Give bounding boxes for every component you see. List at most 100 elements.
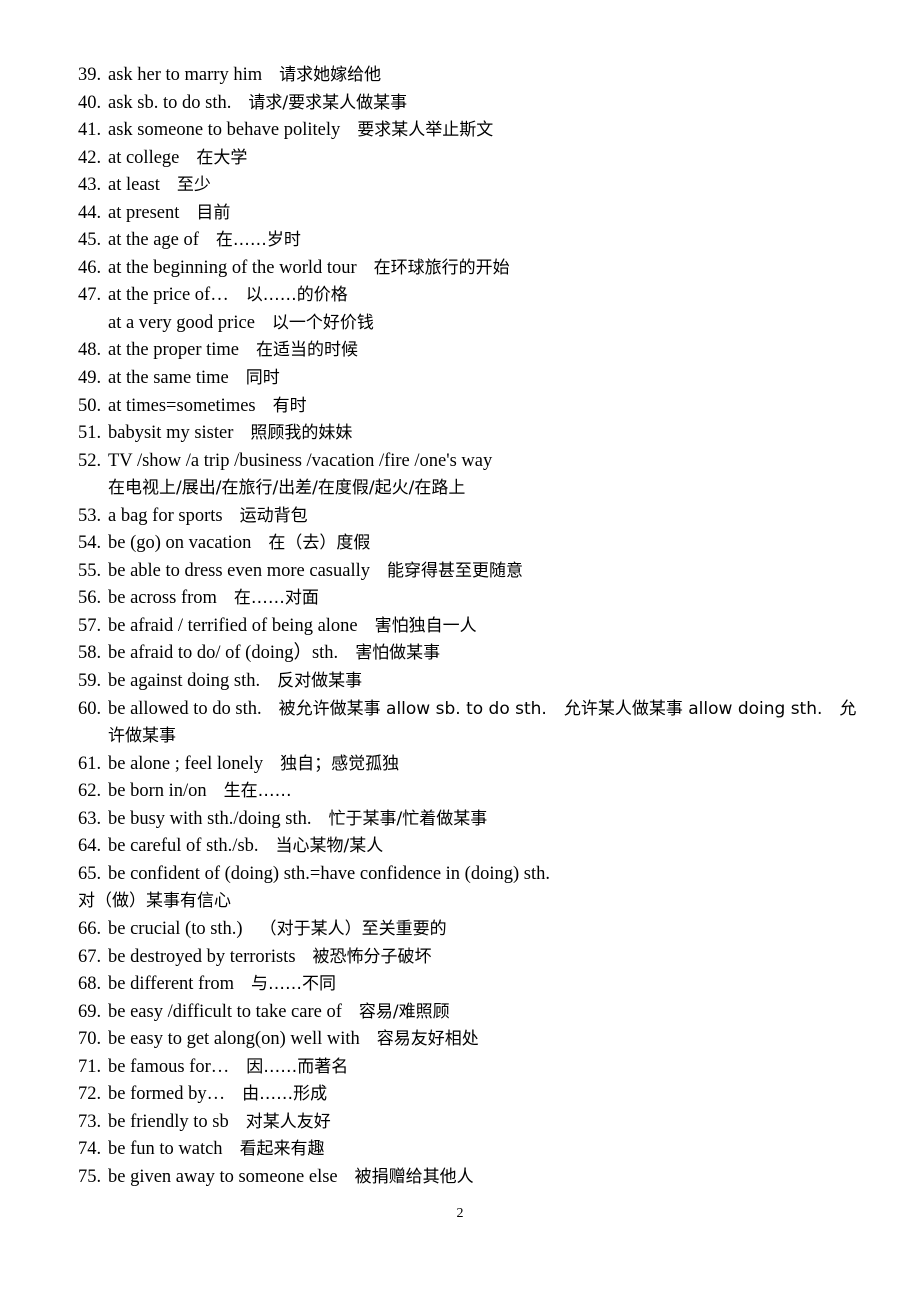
phrase-english: be crucial (to sth.) [108,918,243,939]
list-item: 74. be fun to watch 看起来有趣 [78,1136,880,1164]
phrase-english: at the price of… [108,285,229,306]
list-item-body: be busy with sth./doing sth. 忙于某事/忙着做某事 [108,809,487,829]
list-item: 67. be destroyed by terrorists 被恐怖分子破坏 [78,944,880,972]
list-item-body: be across from 在……对面 [108,588,319,608]
list-item: 58. be afraid to do/ of (doing）sth. 害怕做某事 [78,640,880,668]
phrase-english: be across from [108,588,217,609]
list-item-number: 73. [78,1111,102,1132]
list-item-number: 59. [78,671,102,692]
list-item-number: 64. [78,836,102,857]
phrase-english: at times=sometimes [108,395,256,416]
page-number: 2 [456,1206,464,1221]
list-item-number: 41. [78,120,102,141]
list-item-body: be easy to get along(on) well with 容易友好相处 [108,1029,479,1049]
phrase-chinese: 容易/难照顾 [358,1001,450,1022]
list-item-body: be alone ; feel lonely 独自；感觉孤独 [108,754,399,774]
list-item-number: 55. [78,560,102,581]
list-item-body: be able to dress even more casually 能穿得甚至… [108,561,523,581]
list-item-number: 42. [78,147,102,168]
phrase-chinese: 容易友好相处 [376,1029,479,1050]
list-item-number: 54. [78,533,102,554]
phrase-chinese: 与……不同 [251,974,337,995]
list-item-body: be easy /difficult to take care of 容易/难照顾 [108,1002,450,1022]
phrase-english: ask sb. to do sth. [108,92,232,113]
phrase-chinese: 因……而著名 [246,1056,349,1077]
phrase-chinese: 反对做某事 [277,671,363,692]
phrase-chinese: 请求/要求某人做某事 [248,92,408,113]
list-item-number: 74. [78,1139,102,1160]
phrase-chinese: 害怕做某事 [355,643,441,664]
list-item-number: 61. [78,753,102,774]
list-item-body: be afraid / terrified of being alone 害怕独自… [108,616,477,636]
list-item-body: a bag for sports 运动背包 [108,506,308,526]
list-item-continuation: 对（做）某事有信心 [78,888,880,916]
phrase-english: at the same time [108,368,229,389]
list-item-number: 43. [78,175,102,196]
list-item-body: ask her to marry him 请求她嫁给他 [108,65,381,85]
list-item-body: at a very good price 以一个好价钱 [108,313,374,333]
phrase-english: be easy to get along(on) well with [108,1029,360,1050]
list-item-number: 66. [78,918,102,939]
phrase-english: be afraid to do/ of (doing）sth. [108,643,339,664]
phrase-english: be born in/on [108,781,207,802]
list-item-continuation: 许做某事 [78,723,880,751]
list-item-number: 75. [78,1166,102,1187]
list-item-body: 许做某事 [108,726,176,746]
phrase-english: at least [108,175,160,196]
list-item-number: 62. [78,781,102,802]
list-item: 71. be famous for… 因……而著名 [78,1054,880,1082]
phrase-chinese: 至少 [176,175,211,196]
phrase-chinese: 被允许做某事 allow sb. to do sth. 允许某人做某事 allo… [278,698,857,719]
list-item: 73. be friendly to sb 对某人友好 [78,1109,880,1137]
list-item-body: be friendly to sb 对某人友好 [108,1112,331,1132]
phrase-chinese: 有时 [272,395,307,416]
list-item: 70. be easy to get along(on) well with 容易友… [78,1026,880,1054]
phrase-chinese: 忙于某事/忙着做某事 [328,808,488,829]
list-item-body: at times=sometimes 有时 [108,396,307,416]
list-item: 52. TV /show /a trip /business /vacation … [78,448,880,476]
list-item: 49. at the same time 同时 [78,365,880,393]
phrase-chinese: 生在…… [223,781,292,802]
phrase-chinese: 在电视上/展出/在旅行/出差/在度假/起火/在路上 [108,478,466,499]
list-item: 69. be easy /difficult to take care of 容易/… [78,999,880,1027]
list-item: 61. be alone ; feel lonely 独自；感觉孤独 [78,751,880,779]
phrase-english: be given away to someone else [108,1166,338,1187]
phrase-english: be against doing sth. [108,671,261,692]
list-item-body: babysit my sister 照顾我的妹妹 [108,423,352,443]
list-item-body: ask someone to behave politely 要求某人举止斯文 [108,120,493,140]
list-item-continuation: at a very good price 以一个好价钱 [78,310,880,338]
list-item-body: be formed by… 由……形成 [108,1084,327,1104]
list-item: 51. babysit my sister 照顾我的妹妹 [78,420,880,448]
list-item: 64. be careful of sth./sb. 当心某物/某人 [78,833,880,861]
list-item-body: be confident of (doing) sth.=have confid… [108,864,550,884]
phrase-chinese: 请求她嫁给他 [279,65,382,85]
list-item: 62. be born in/on 生在…… [78,778,880,806]
phrase-chinese: 在……岁时 [215,230,301,251]
list-item-number: 58. [78,643,102,664]
list-item: 75. be given away to someone else 被捐赠给其他人 [78,1164,880,1192]
list-item: 43. at least 至少 [78,172,880,200]
phrase-english: be formed by… [108,1084,226,1105]
phrase-chinese: 照顾我的妹妹 [250,423,353,444]
phrase-english: babysit my sister [108,423,234,444]
list-item: 60. be allowed to do sth. 被允许做某事 allow sb.… [78,696,880,724]
list-item-number: 45. [78,230,102,251]
list-item-body: at present 目前 [108,203,230,223]
list-item-body: be allowed to do sth. 被允许做某事 allow sb. to… [108,699,856,719]
list-item-body: be fun to watch 看起来有趣 [108,1139,325,1159]
list-item: 44. at present 目前 [78,200,880,228]
list-item-body: at the proper time 在适当的时候 [108,340,358,360]
list-item-number: 68. [78,974,102,995]
phrase-chinese: 对（做）某事有信心 [78,891,231,912]
phrase-english: be alone ; feel lonely [108,753,264,774]
phrase-chinese: （对于某人）至关重要的 [259,918,447,939]
phrase-english: a bag for sports [108,505,223,526]
list-item: 72. be formed by… 由……形成 [78,1081,880,1109]
list-item-body: at the age of 在……岁时 [108,230,301,250]
list-item-number: 50. [78,395,102,416]
phrase-english: at the age of [108,230,199,251]
phrase-english: TV /show /a trip /business /vacation /fi… [108,450,493,471]
phrase-english: be friendly to sb [108,1111,229,1132]
phrase-english: be allowed to do sth. [108,698,262,719]
list-item-number: 52. [78,450,102,471]
